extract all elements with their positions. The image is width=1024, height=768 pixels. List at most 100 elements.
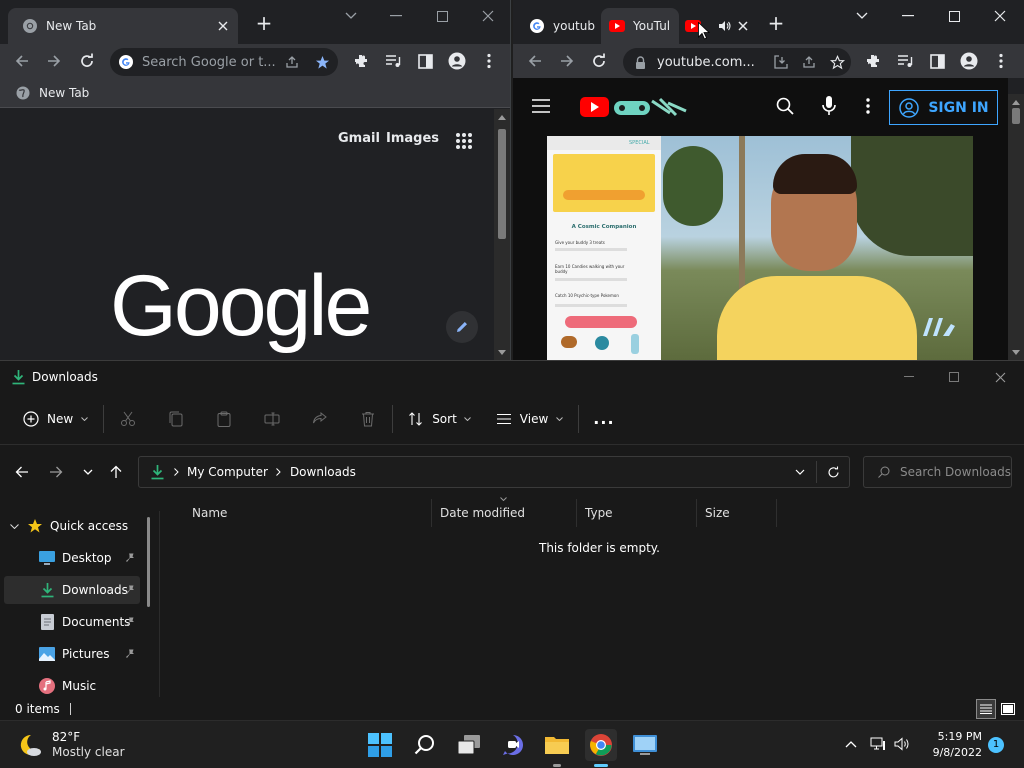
omnibox[interactable]: Search Google or t... (110, 48, 338, 76)
chevron-down-icon[interactable] (851, 6, 873, 26)
back-arrow-icon[interactable] (525, 51, 545, 71)
show-hidden-icons-chevron-up-icon[interactable] (842, 735, 860, 753)
copy-icon[interactable] (158, 403, 194, 435)
scroll-up-arrow-icon[interactable] (1011, 98, 1021, 106)
microphone-icon[interactable] (819, 96, 839, 116)
close-window-icon[interactable] (477, 6, 499, 26)
maximize-icon[interactable] (943, 6, 965, 26)
start-windows-icon[interactable] (364, 729, 396, 761)
sidebar-item-quick-access[interactable]: Quick access (4, 512, 140, 540)
paste-icon[interactable] (206, 403, 242, 435)
address-history-chevron-icon[interactable] (793, 465, 807, 479)
sidebar-item-pictures[interactable]: Pictures (4, 640, 140, 668)
menu-kebab-icon[interactable] (479, 51, 499, 71)
task-view-icon[interactable] (453, 729, 485, 761)
share-icon[interactable] (801, 54, 817, 70)
column-header-size[interactable]: Size (697, 499, 777, 527)
sign-in-button[interactable]: SIGN IN (889, 90, 998, 125)
volume-icon[interactable] (893, 735, 911, 753)
forward-arrow-icon[interactable] (44, 51, 64, 71)
clock[interactable]: 5:19 PM 9/8/2022 (918, 729, 982, 761)
scrollbar[interactable] (1008, 94, 1024, 360)
side-panel-icon[interactable] (927, 51, 947, 71)
new-button[interactable]: New (14, 403, 97, 435)
side-panel-icon[interactable] (415, 51, 435, 71)
scroll-down-arrow-icon[interactable] (497, 348, 507, 356)
close-window-icon[interactable] (989, 367, 1011, 387)
column-header-type[interactable]: Type (577, 499, 697, 527)
recent-locations-chevron-icon[interactable] (78, 462, 98, 482)
delete-icon[interactable] (350, 403, 386, 435)
sidebar-item-documents[interactable]: Documents (4, 608, 140, 636)
profile-avatar-icon[interactable] (959, 51, 979, 71)
search-icon[interactable] (775, 96, 795, 116)
search-downloads-input[interactable]: Search Downloads (863, 456, 1012, 488)
extensions-icon[interactable] (351, 51, 371, 71)
sidebar-item-downloads[interactable]: Downloads (4, 576, 140, 604)
up-arrow-icon[interactable] (106, 462, 126, 482)
details-view-icon[interactable] (976, 699, 996, 719)
share-icon[interactable] (302, 403, 338, 435)
column-header-name[interactable]: Name (184, 499, 432, 527)
chevron-down-icon[interactable] (340, 6, 362, 26)
forward-arrow-icon[interactable] (557, 51, 577, 71)
settings-kebab-icon[interactable] (858, 96, 878, 116)
breadcrumb-downloads[interactable]: Downloads (290, 465, 356, 479)
network-icon[interactable] (869, 735, 887, 753)
scroll-down-arrow-icon[interactable] (1011, 348, 1021, 356)
video-player[interactable]: SPECIAL A Cosmic Companion Give your bud… (547, 136, 973, 360)
extensions-icon[interactable] (863, 51, 883, 71)
tab-youtube-1[interactable]: youtub (521, 8, 601, 44)
back-arrow-icon[interactable] (12, 51, 32, 71)
minimize-icon[interactable] (385, 6, 407, 26)
close-tab-icon[interactable] (737, 20, 749, 32)
speaker-audio-icon[interactable] (717, 19, 731, 33)
address-bar[interactable]: My Computer Downloads (138, 456, 850, 488)
gmail-link[interactable]: Gmail (338, 131, 380, 146)
cut-icon[interactable] (110, 403, 146, 435)
omnibox[interactable]: youtube.com... (623, 48, 851, 76)
bookmark-new-tab[interactable]: New Tab (16, 86, 89, 100)
tab-new-tab[interactable]: New Tab (8, 8, 238, 44)
apps-grid-icon[interactable] (452, 129, 476, 153)
column-header-date-modified[interactable]: Date modified (432, 497, 577, 527)
back-arrow-icon[interactable] (12, 462, 32, 482)
tab-youtube-3-playing[interactable] (679, 8, 753, 44)
scroll-thumb[interactable] (1012, 108, 1020, 124)
chrome-taskbar-icon[interactable] (585, 729, 617, 767)
file-explorer-icon[interactable] (541, 729, 573, 767)
weather-widget[interactable]: 82°F Mostly clear (16, 729, 125, 761)
forward-arrow-icon[interactable] (46, 462, 66, 482)
bookmark-star-outline-icon[interactable] (829, 54, 845, 70)
maximize-icon[interactable] (431, 6, 453, 26)
sidebar-item-music[interactable]: Music (4, 672, 140, 700)
sidebar-item-desktop[interactable]: Desktop (4, 544, 140, 572)
reload-icon[interactable] (77, 51, 97, 71)
profile-avatar-icon[interactable] (447, 51, 467, 71)
sidebar-scroll-thumb[interactable] (147, 517, 150, 607)
close-tab-icon[interactable] (216, 19, 230, 33)
customize-pencil-icon[interactable] (446, 311, 478, 343)
youtube-doodle-logo[interactable] (580, 95, 688, 119)
search-icon[interactable] (409, 729, 441, 761)
media-control-icon[interactable] (895, 51, 915, 71)
scroll-up-arrow-icon[interactable] (497, 113, 507, 121)
scroll-thumb[interactable] (498, 129, 506, 239)
hamburger-menu-icon[interactable] (531, 96, 551, 116)
thumbnail-view-icon[interactable] (998, 699, 1018, 719)
install-app-icon[interactable] (773, 54, 789, 70)
new-tab-button[interactable]: + (254, 13, 274, 34)
rename-icon[interactable] (254, 403, 290, 435)
images-link[interactable]: Images (386, 131, 439, 146)
maximize-icon[interactable] (943, 367, 965, 387)
view-button[interactable]: View (487, 403, 572, 435)
minimize-icon[interactable] (897, 6, 919, 26)
control-panel-icon[interactable] (629, 729, 661, 761)
more-options-button[interactable]: ... (585, 403, 622, 435)
close-window-icon[interactable] (989, 6, 1011, 26)
notification-badge[interactable]: 1 (988, 737, 1004, 753)
tab-youtube-2[interactable]: YouTul (601, 8, 679, 44)
new-tab-button[interactable]: + (766, 13, 786, 34)
media-control-icon[interactable] (383, 51, 403, 71)
share-icon[interactable] (284, 54, 300, 70)
